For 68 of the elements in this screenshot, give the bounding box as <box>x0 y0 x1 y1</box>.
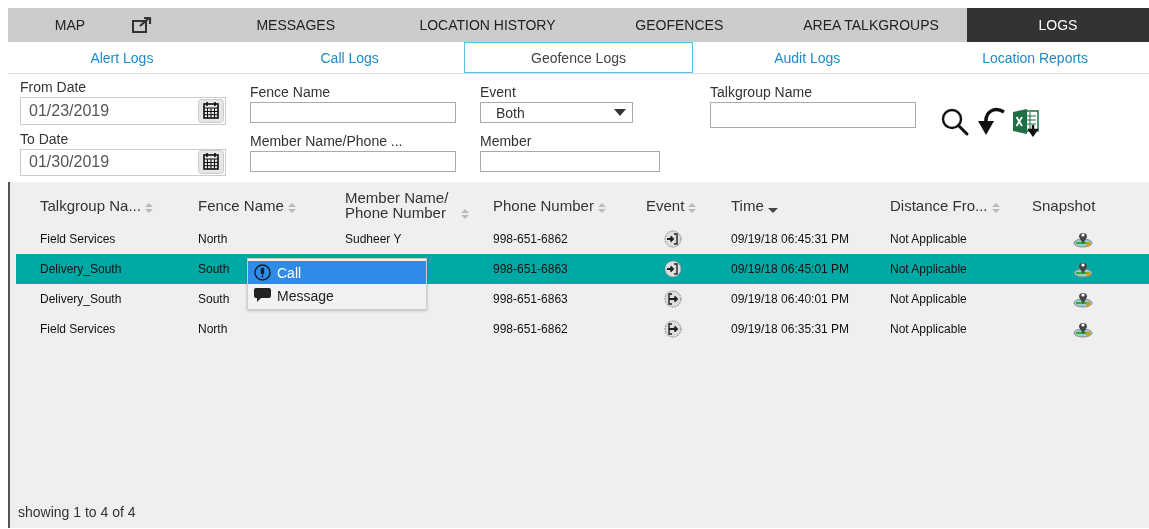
table-cell: North <box>198 322 228 336</box>
speech-bubble-icon <box>254 288 271 303</box>
column-header[interactable]: Time <box>731 196 764 214</box>
map-pin-snapshot-icon[interactable] <box>1072 230 1094 248</box>
table-cell: Not Applicable <box>890 322 967 336</box>
table-cell: 998-651-6863 <box>493 262 568 276</box>
table-cell: Field Services <box>40 322 116 336</box>
map-pin-snapshot-icon[interactable] <box>1072 320 1094 338</box>
excel-export-icon[interactable] <box>1012 107 1042 137</box>
table-cell: 09/19/18 06:40:01 PM <box>731 292 850 306</box>
input-field[interactable] <box>480 151 660 172</box>
main-tab[interactable]: LOGS <box>967 8 1149 42</box>
table-cell: 998-651-6862 <box>493 232 568 246</box>
sub-tab[interactable]: Geofence Logs <box>463 42 694 73</box>
table-cell: Not Applicable <box>890 262 967 276</box>
main-tab[interactable]: LOCATION HISTORY <box>391 8 584 42</box>
field-label: Member Name/Phone ... <box>250 132 404 151</box>
column-header[interactable]: Event <box>646 196 685 214</box>
table-cell: South <box>198 262 230 276</box>
table-cell: Field Services <box>40 232 116 246</box>
field-label: From Date <box>20 78 88 97</box>
input-field[interactable] <box>710 102 916 128</box>
column-header[interactable]: Talkgroup Na... <box>40 196 141 214</box>
dropdown-caret-icon <box>614 108 626 117</box>
table-cell: 998-651-6863 <box>493 292 568 306</box>
input-field[interactable] <box>250 102 456 123</box>
sort-descending-icon[interactable] <box>767 206 778 214</box>
column-header[interactable]: Member Name/ Phone Number <box>345 190 457 220</box>
main-tab[interactable]: GEOFENCES <box>583 8 776 42</box>
sub-tab[interactable]: Location Reports <box>921 42 1149 73</box>
table-cell: Not Applicable <box>890 292 967 306</box>
menu-item[interactable]: Message <box>248 284 426 307</box>
undo-arrow-icon[interactable] <box>976 107 1006 137</box>
column-header[interactable]: Snapshot <box>1032 196 1096 214</box>
field-label: Fence Name <box>250 83 332 102</box>
column-header[interactable]: Fence Name <box>198 196 284 214</box>
table-cell: Delivery_South <box>40 292 122 306</box>
table-cell: 09/19/18 06:35:31 PM <box>731 322 850 336</box>
field-label: Event <box>480 83 517 102</box>
event-dropdown[interactable]: Both <box>480 102 633 123</box>
sub-tab[interactable]: Call Logs <box>235 42 464 73</box>
field-label: To Date <box>20 129 70 149</box>
map-pin-snapshot-icon[interactable] <box>1072 290 1094 308</box>
calendar-icon[interactable] <box>198 150 224 175</box>
table-cell: 998-651-6862 <box>493 322 568 336</box>
input-field[interactable] <box>250 151 456 172</box>
field-label: Member <box>480 132 533 151</box>
table-cell: Not Applicable <box>890 232 967 246</box>
table-cell: 09/19/18 06:45:31 PM <box>731 232 850 246</box>
table-cell: South <box>198 292 230 306</box>
main-tab[interactable]: AREA TALKGROUPS <box>775 8 967 42</box>
sub-tab[interactable]: Alert Logs <box>8 42 236 73</box>
column-header[interactable]: Distance Fro... <box>890 196 988 214</box>
main-tab[interactable]: MAP <box>8 8 200 42</box>
table-cell: North <box>198 232 228 246</box>
field-label: Talkgroup Name <box>710 83 813 102</box>
record-count: showing 1 to 4 of 4 <box>18 504 136 520</box>
main-tab[interactable]: MESSAGES <box>199 8 392 42</box>
menu-item[interactable]: Call <box>248 261 426 284</box>
column-header[interactable]: Phone Number <box>493 196 594 214</box>
search-icon[interactable] <box>940 107 970 137</box>
table-cell: Delivery_South <box>40 262 122 276</box>
calendar-icon[interactable] <box>198 98 224 123</box>
popout-icon[interactable] <box>131 16 154 34</box>
table-cell: 09/19/18 06:45:01 PM <box>731 262 850 276</box>
sub-tab[interactable]: Audit Logs <box>693 42 922 73</box>
table-cell: Sudheer Y <box>345 232 402 246</box>
map-pin-snapshot-icon[interactable] <box>1072 260 1094 278</box>
